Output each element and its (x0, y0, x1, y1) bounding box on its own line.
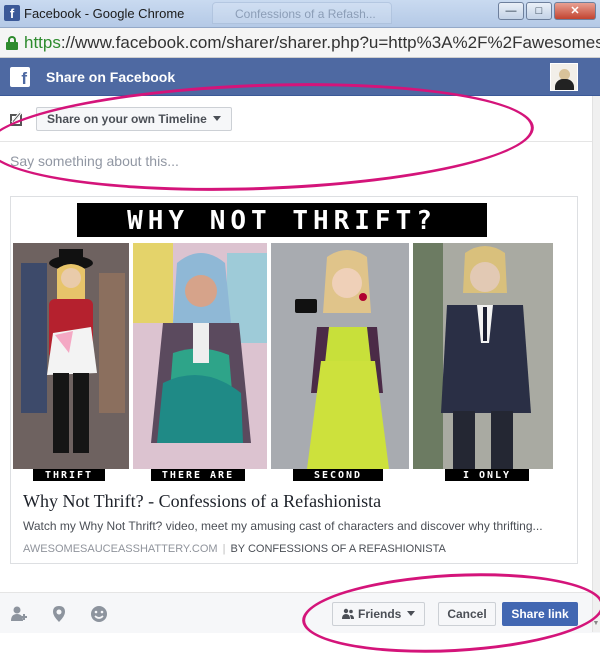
preview-photo-1 (13, 243, 129, 469)
preview-banner-text: WHY NOT THRIFT? (77, 203, 487, 237)
photo-caption-1: THRIFT (33, 469, 105, 481)
facebook-favicon-icon: f (4, 5, 20, 21)
preview-photo-2 (133, 243, 267, 469)
timeline-selector-label: Share on your own Timeline (47, 112, 207, 126)
close-window-button[interactable]: ✕ (554, 2, 596, 20)
preview-photo-4 (413, 243, 553, 469)
tag-people-icon[interactable] (10, 605, 28, 623)
chevron-down-icon (212, 116, 221, 121)
facebook-logo-icon: f (10, 67, 30, 87)
audience-label: Friends (358, 607, 402, 621)
preview-byline: BY CONFESSIONS OF A REFASHIONISTA (230, 543, 446, 555)
url-path: ://www.facebook.com/sharer/sharer.php?u=… (60, 33, 600, 52)
location-pin-icon[interactable] (50, 605, 68, 623)
preview-title[interactable]: Why Not Thrift? - Confessions of a Refas… (23, 491, 381, 512)
feeling-smiley-icon[interactable] (90, 605, 108, 623)
share-link-button[interactable]: Share link (502, 602, 578, 626)
edit-post-icon (10, 111, 26, 127)
photo-caption-4: I ONLY (445, 469, 529, 481)
dialog-footer: Friends Cancel Share link (0, 592, 600, 633)
url-text[interactable]: https://www.facebook.com/sharer/sharer.p… (24, 33, 600, 53)
url-scheme: https (24, 33, 61, 52)
post-message-input[interactable]: Say something about this... (10, 153, 179, 169)
title-bar: f Facebook - Google Chrome Confessions o… (0, 0, 600, 28)
scrollbar[interactable] (592, 96, 600, 632)
friends-icon (342, 608, 354, 619)
window-title: Facebook - Google Chrome (24, 6, 185, 21)
preview-description: Watch my Why Not Thrift? video, meet my … (23, 519, 543, 533)
timeline-selector[interactable]: Share on your own Timeline (36, 107, 232, 131)
avatar[interactable] (550, 63, 578, 91)
background-tab[interactable]: Confessions of a Refash... (212, 2, 392, 24)
photo-caption-3: SECOND (293, 469, 383, 481)
lock-icon (6, 36, 18, 50)
window-controls: — □ ✕ (498, 2, 596, 20)
preview-source: AWESOMESAUCEASSHATTERY.COM | BY CONFESSION… (23, 543, 446, 555)
background-tab-title: Confessions of a Refash... (235, 7, 376, 21)
share-dialog-header: f Share on Facebook (0, 58, 600, 96)
chevron-down-icon (407, 611, 416, 616)
maximize-button[interactable]: □ (526, 2, 552, 20)
dialog-title: Share on Facebook (46, 69, 176, 85)
link-preview-card[interactable]: WHY NOT THRIFT? THRIFT THERE ARE SECOND … (10, 196, 578, 564)
preview-photo-3 (271, 243, 409, 469)
cancel-button[interactable]: Cancel (438, 602, 496, 626)
address-bar[interactable]: https://www.facebook.com/sharer/sharer.p… (0, 28, 600, 58)
browser-window: f Facebook - Google Chrome Confessions o… (0, 0, 600, 657)
photo-caption-2: THERE ARE (151, 469, 245, 481)
scroll-down-arrow-icon[interactable]: ▼ (592, 620, 600, 627)
timeline-row: Share on your own Timeline (0, 96, 600, 142)
minimize-button[interactable]: — (498, 2, 524, 20)
audience-selector-button[interactable]: Friends (332, 602, 426, 626)
preview-domain: AWESOMESAUCEASSHATTERY.COM (23, 543, 218, 555)
meta-separator: | (222, 543, 226, 555)
